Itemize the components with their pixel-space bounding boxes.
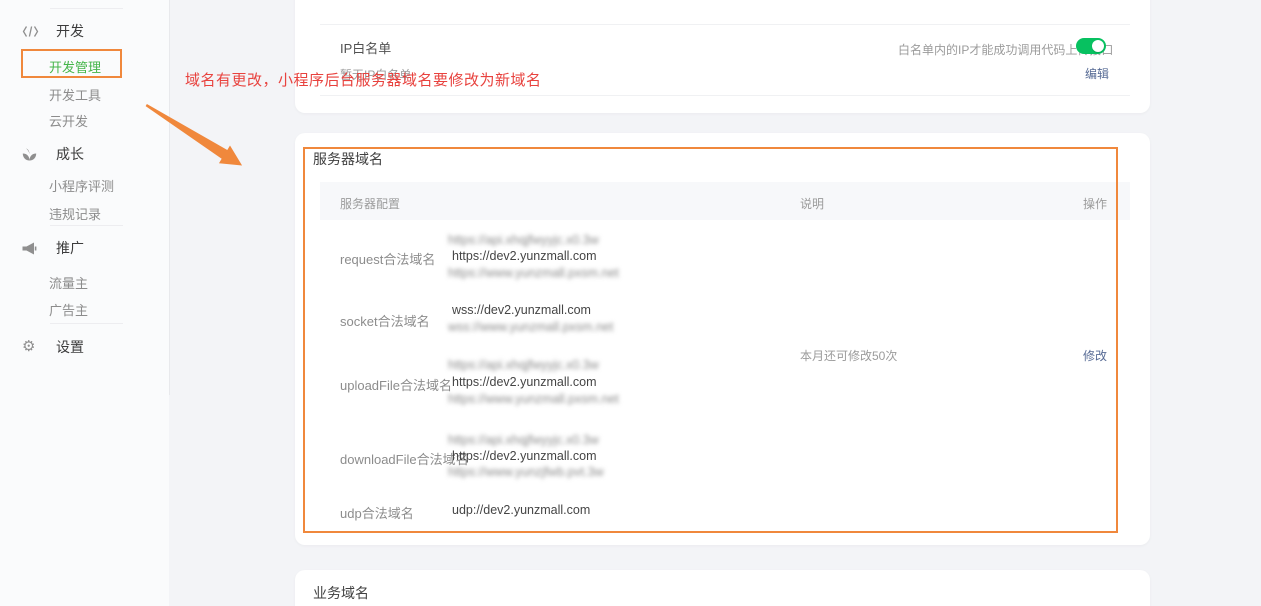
domain-url-blurred: https://api.xhqjfwyyjc.x0.3w bbox=[448, 358, 599, 372]
row-label-socket-domain: socket合法域名 bbox=[340, 311, 430, 330]
sidebar-section-promotion[interactable]: 推广 bbox=[22, 240, 84, 256]
ip-whitelist-toggle[interactable] bbox=[1076, 38, 1106, 54]
domain-url: https://dev2.yunzmall.com bbox=[452, 375, 597, 389]
sidebar-section-divider bbox=[50, 225, 123, 226]
column-header-description: 说明 bbox=[800, 195, 824, 212]
ip-whitelist-edit-button[interactable]: 编辑 bbox=[1085, 65, 1109, 82]
sidebar-border bbox=[169, 0, 170, 395]
row-label-request-domain: request合法域名 bbox=[340, 249, 435, 268]
server-domain-modify-quota-note: 本月还可修改50次 bbox=[800, 347, 897, 364]
megaphone-icon bbox=[22, 242, 40, 255]
domain-url-blurred: https://www.yunzjfwb.pvt.3w bbox=[448, 465, 604, 479]
sidebar-section-growth[interactable]: 成长 bbox=[22, 146, 84, 162]
gear-icon: ⚙ bbox=[22, 340, 40, 354]
domain-url: wss://dev2.yunzmall.com bbox=[452, 303, 591, 317]
sidebar-section-label: 开发 bbox=[56, 21, 84, 41]
divider bbox=[320, 24, 1130, 25]
row-label-uploadfile-domain: uploadFile合法域名 bbox=[340, 375, 452, 394]
domain-url-blurred: https://api.xhqjfwyyjc.x0.3w bbox=[448, 433, 599, 447]
server-domain-title: 服务器域名 bbox=[313, 149, 383, 169]
sidebar-section-label: 推广 bbox=[56, 238, 84, 258]
sidebar-section-divider bbox=[50, 323, 123, 324]
sidebar-section-label: 设置 bbox=[56, 337, 84, 357]
domain-url-blurred: https://api.xhqjfwyyjc.x0.3w bbox=[448, 233, 599, 247]
domain-url-blurred: https://www.yunzmall.pxsm.net bbox=[448, 392, 619, 406]
sidebar-item-cloud-dev[interactable]: 云开发 bbox=[49, 111, 88, 126]
sprout-icon bbox=[22, 148, 40, 161]
toggle-knob bbox=[1092, 40, 1104, 52]
domain-url-blurred: https://www.yunzmall.pxsm.net bbox=[448, 266, 619, 280]
ip-whitelist-title: IP白名单 bbox=[340, 38, 391, 57]
row-label-udp-domain: udp合法域名 bbox=[340, 503, 414, 522]
sidebar: 开发 开发管理 开发工具 云开发 成长 小程序评测 违规记录 bbox=[0, 0, 169, 606]
sidebar-item-violation-records[interactable]: 违规记录 bbox=[49, 204, 101, 219]
sidebar-item-mini-program-review[interactable]: 小程序评测 bbox=[49, 176, 114, 191]
server-domain-table-header bbox=[320, 182, 1130, 220]
domain-url: https://dev2.yunzmall.com bbox=[452, 449, 597, 463]
sidebar-item-dev-management[interactable]: 开发管理 bbox=[49, 57, 101, 72]
annotation-red-note: 域名有更改，小程序后台服务器域名要修改为新域名 bbox=[185, 69, 542, 90]
domain-url-blurred: wss://www.yunzmall.pxsm.net bbox=[448, 320, 613, 334]
sidebar-item-dev-tools[interactable]: 开发工具 bbox=[49, 85, 101, 100]
sidebar-section-divider bbox=[50, 8, 123, 9]
business-domain-card bbox=[295, 570, 1150, 606]
business-domain-title: 业务域名 bbox=[313, 583, 369, 603]
divider bbox=[320, 95, 1130, 96]
server-domain-modify-button[interactable]: 修改 bbox=[1083, 347, 1107, 364]
column-header-server-config: 服务器配置 bbox=[340, 195, 400, 212]
domain-url: udp://dev2.yunzmall.com bbox=[452, 503, 590, 517]
sidebar-item-traffic-owner[interactable]: 流量主 bbox=[49, 273, 88, 288]
code-icon bbox=[22, 25, 40, 38]
column-header-operation: 操作 bbox=[1083, 195, 1107, 212]
sidebar-section-dev[interactable]: 开发 bbox=[22, 23, 84, 39]
sidebar-section-settings[interactable]: ⚙ 设置 bbox=[22, 339, 84, 355]
wechat-mp-console-page: 开发 开发管理 开发工具 云开发 成长 小程序评测 违规记录 bbox=[0, 0, 1261, 606]
sidebar-item-advertiser[interactable]: 广告主 bbox=[49, 300, 88, 315]
sidebar-section-label: 成长 bbox=[56, 144, 84, 164]
domain-url: https://dev2.yunzmall.com bbox=[452, 249, 597, 263]
